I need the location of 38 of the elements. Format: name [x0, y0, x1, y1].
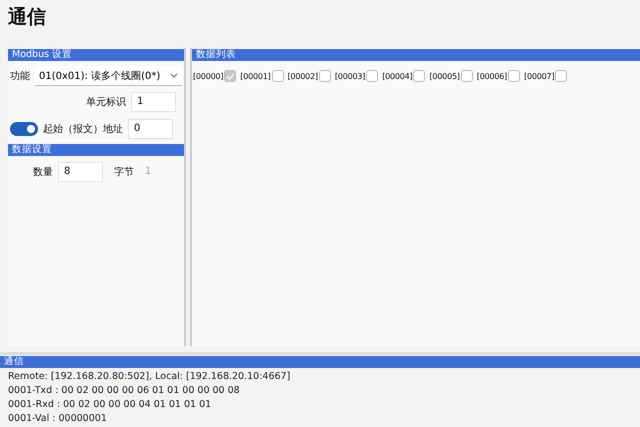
- coil-label: [00001]: [240, 72, 271, 80]
- section-header: 数据设置: [8, 144, 184, 156]
- page-title: 通信: [7, 5, 47, 30]
- function-dropdown[interactable]: 01(0x01): 读多个线圈(0*): [35, 66, 182, 86]
- checkbox[interactable]: [272, 70, 284, 82]
- check-icon: [226, 72, 235, 80]
- section-header: 数据列表: [192, 49, 640, 61]
- toggle-switch[interactable]: [10, 122, 38, 136]
- checkbox[interactable]: [508, 70, 520, 82]
- count-field[interactable]: 8: [58, 162, 103, 182]
- address-label: 起始（报文）地址: [43, 122, 123, 136]
- checkbox[interactable]: [555, 70, 568, 82]
- chevron-icon: [170, 73, 178, 78]
- section-header: 通信: [0, 356, 640, 368]
- checkbox[interactable]: [460, 70, 473, 82]
- bytes-field: 1: [139, 162, 169, 182]
- log-line: Remote: [192.168.20.80:502], Local: [192.168.20.10:4667]: [7, 370, 292, 384]
- count-label: 数量: [33, 166, 53, 179]
- checkbox[interactable]: [366, 70, 378, 82]
- checkbox[interactable]: [318, 70, 331, 82]
- coil-label: [00003]: [334, 72, 366, 80]
- unit-id-field[interactable]: 1: [131, 92, 176, 112]
- function-label: 功能: [10, 70, 30, 83]
- coil-label: [00000]: [193, 72, 224, 80]
- bytes-label: 字节: [114, 166, 134, 179]
- coil-label: [00002]: [288, 72, 318, 80]
- coil-label: [00007]: [524, 72, 554, 80]
- checkbox[interactable]: [413, 70, 426, 82]
- checkbox[interactable]: [224, 70, 236, 82]
- log-line: 0001-Txd : 00 02 00 00 00 06 01 01 00 00 00 08: [7, 384, 241, 398]
- log-line: 0001-Val : 00000001: [7, 412, 108, 426]
- section-header: Modbus 设置: [8, 49, 184, 61]
- unit-id-label: 单元标识: [86, 96, 126, 109]
- log-line: 0001-Rxd : 00 02 00 00 00 04 01 01 01 01: [7, 398, 212, 412]
- coil-label: [00006]: [476, 72, 508, 80]
- coil-label: [00005]: [429, 72, 460, 80]
- address-field[interactable]: 0: [128, 119, 173, 139]
- coil-label: [00004]: [382, 72, 412, 80]
